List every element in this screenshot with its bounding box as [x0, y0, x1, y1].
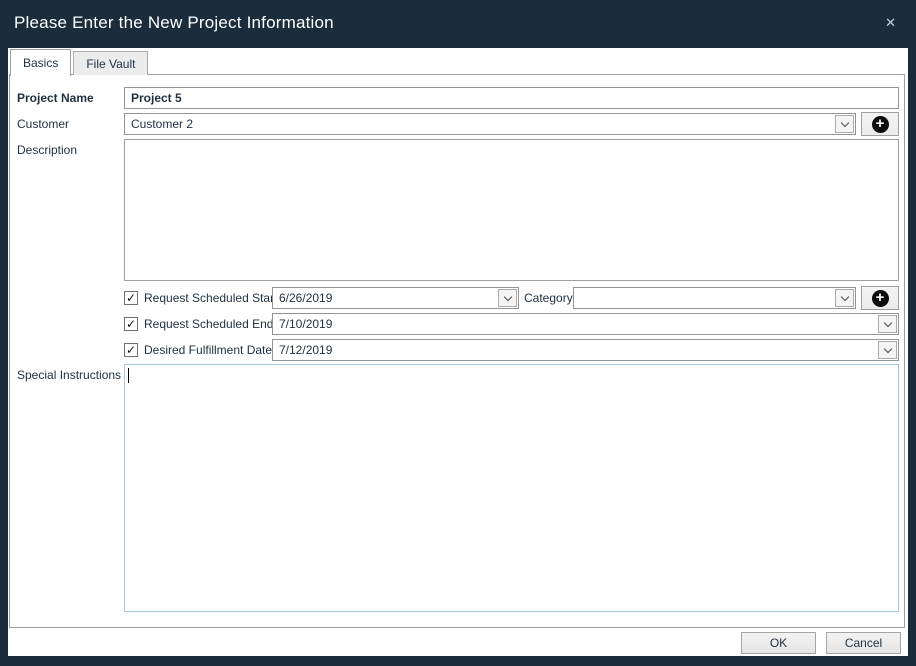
- check-icon: ✓: [126, 344, 136, 356]
- special-instructions-textarea[interactable]: [124, 364, 899, 612]
- scheduled-start-checkbox[interactable]: ✓: [124, 291, 138, 305]
- check-icon: ✓: [126, 292, 136, 304]
- chevron-down-icon: [503, 292, 511, 300]
- customer-selected-value: Customer 2: [125, 114, 834, 134]
- special-instructions-label: Special Instructions: [17, 364, 121, 386]
- add-customer-button[interactable]: +: [861, 112, 899, 136]
- scheduled-end-date-dropdown[interactable]: 7/10/2019: [272, 313, 899, 335]
- basics-tab-page: Project Name Customer Customer 2 + Descr…: [9, 74, 905, 628]
- scheduled-end-checkbox[interactable]: ✓: [124, 317, 138, 331]
- project-name-label: Project Name: [17, 87, 94, 109]
- chevron-down-icon: [883, 318, 891, 326]
- scheduled-start-label: Request Scheduled Start: [144, 287, 277, 309]
- tab-strip: Basics File Vault: [10, 51, 150, 75]
- dialog-window: { "window": { "title": "Please Enter the…: [0, 0, 916, 666]
- fulfillment-date-dropdown-button[interactable]: [878, 341, 897, 359]
- category-dropdown[interactable]: [573, 287, 856, 309]
- dialog-content: Basics File Vault Project Name Customer …: [8, 48, 908, 656]
- scheduled-start-date-dropdown[interactable]: 6/26/2019: [272, 287, 519, 309]
- text-caret: [128, 368, 129, 383]
- check-icon: ✓: [126, 318, 136, 330]
- project-name-input[interactable]: [124, 87, 899, 109]
- add-category-button[interactable]: +: [861, 286, 899, 310]
- customer-label: Customer: [17, 113, 69, 135]
- tab-file-vault[interactable]: File Vault: [73, 51, 148, 75]
- chevron-down-icon: [883, 344, 891, 352]
- category-selected-value: [574, 288, 834, 308]
- cancel-button[interactable]: Cancel: [826, 632, 901, 654]
- close-icon[interactable]: ✕: [885, 15, 896, 31]
- fulfillment-date-label: Desired Fulfillment Date: [144, 339, 272, 361]
- dialog-title: Please Enter the New Project Information: [14, 13, 334, 33]
- fulfillment-date-checkbox[interactable]: ✓: [124, 343, 138, 357]
- category-label: Category: [524, 287, 573, 309]
- scheduled-end-label: Request Scheduled End: [144, 313, 273, 335]
- scheduled-start-date-value: 6/26/2019: [273, 288, 497, 308]
- customer-dropdown[interactable]: Customer 2: [124, 113, 856, 135]
- category-dropdown-button[interactable]: [835, 289, 854, 307]
- fulfillment-date-dropdown[interactable]: 7/12/2019: [272, 339, 899, 361]
- plus-icon: +: [872, 290, 889, 307]
- fulfillment-date-value: 7/12/2019: [273, 340, 877, 360]
- customer-dropdown-button[interactable]: [835, 115, 854, 133]
- scheduled-end-dropdown-button[interactable]: [878, 315, 897, 333]
- plus-icon: +: [872, 116, 889, 133]
- scheduled-end-date-value: 7/10/2019: [273, 314, 877, 334]
- tab-basics[interactable]: Basics: [10, 49, 71, 76]
- chevron-down-icon: [840, 292, 848, 300]
- description-textarea[interactable]: [124, 139, 899, 281]
- description-label: Description: [17, 139, 77, 161]
- title-bar: Please Enter the New Project Information…: [0, 0, 916, 48]
- ok-button[interactable]: OK: [741, 632, 816, 654]
- chevron-down-icon: [840, 118, 848, 126]
- scheduled-start-dropdown-button[interactable]: [498, 289, 517, 307]
